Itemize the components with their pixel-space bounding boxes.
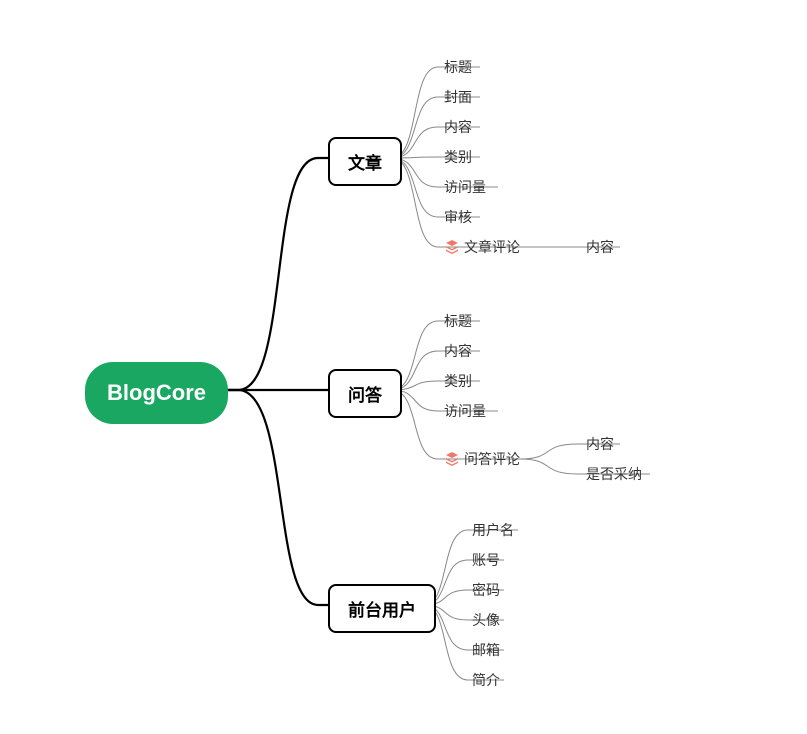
- leaf-article-comments-label: 文章评论: [464, 237, 520, 257]
- leaf-qa-content[interactable]: 内容: [444, 341, 472, 361]
- leaf-qa-category[interactable]: 类别: [444, 371, 472, 391]
- branch-article[interactable]: 文章: [328, 137, 402, 186]
- branch-qa[interactable]: 问答: [328, 369, 402, 418]
- leaf-user-bio[interactable]: 简介: [472, 670, 500, 690]
- leaf-user-email[interactable]: 邮箱: [472, 640, 500, 660]
- leaf-qa-comment-content[interactable]: 内容: [586, 434, 614, 454]
- leaf-user-account[interactable]: 账号: [472, 550, 500, 570]
- stack-icon: [444, 451, 460, 467]
- leaf-article-cover[interactable]: 封面: [444, 87, 472, 107]
- branch-qa-label: 问答: [348, 381, 382, 406]
- branch-user[interactable]: 前台用户: [328, 584, 436, 633]
- branch-article-label: 文章: [348, 149, 382, 174]
- branch-user-label: 前台用户: [348, 596, 416, 621]
- leaf-qa-title[interactable]: 标题: [444, 311, 472, 331]
- leaf-qa-comments[interactable]: 问答评论: [444, 449, 520, 469]
- leaf-qa-comments-label: 问答评论: [464, 449, 520, 469]
- leaf-article-review[interactable]: 审核: [444, 207, 472, 227]
- root-node[interactable]: BlogCore: [85, 362, 228, 424]
- leaf-qa-comment-accepted[interactable]: 是否采纳: [586, 464, 642, 484]
- leaf-user-avatar[interactable]: 头像: [472, 610, 500, 630]
- leaf-article-content[interactable]: 内容: [444, 117, 472, 137]
- leaf-article-category[interactable]: 类别: [444, 147, 472, 167]
- leaf-article-title[interactable]: 标题: [444, 57, 472, 77]
- stack-icon: [444, 239, 460, 255]
- root-label: BlogCore: [107, 380, 206, 406]
- leaf-article-views[interactable]: 访问量: [444, 177, 486, 197]
- leaf-article-comment-content[interactable]: 内容: [586, 237, 614, 257]
- leaf-qa-views[interactable]: 访问量: [444, 401, 486, 421]
- leaf-user-username[interactable]: 用户名: [472, 520, 514, 540]
- leaf-article-comments[interactable]: 文章评论: [444, 237, 520, 257]
- leaf-user-password[interactable]: 密码: [472, 580, 500, 600]
